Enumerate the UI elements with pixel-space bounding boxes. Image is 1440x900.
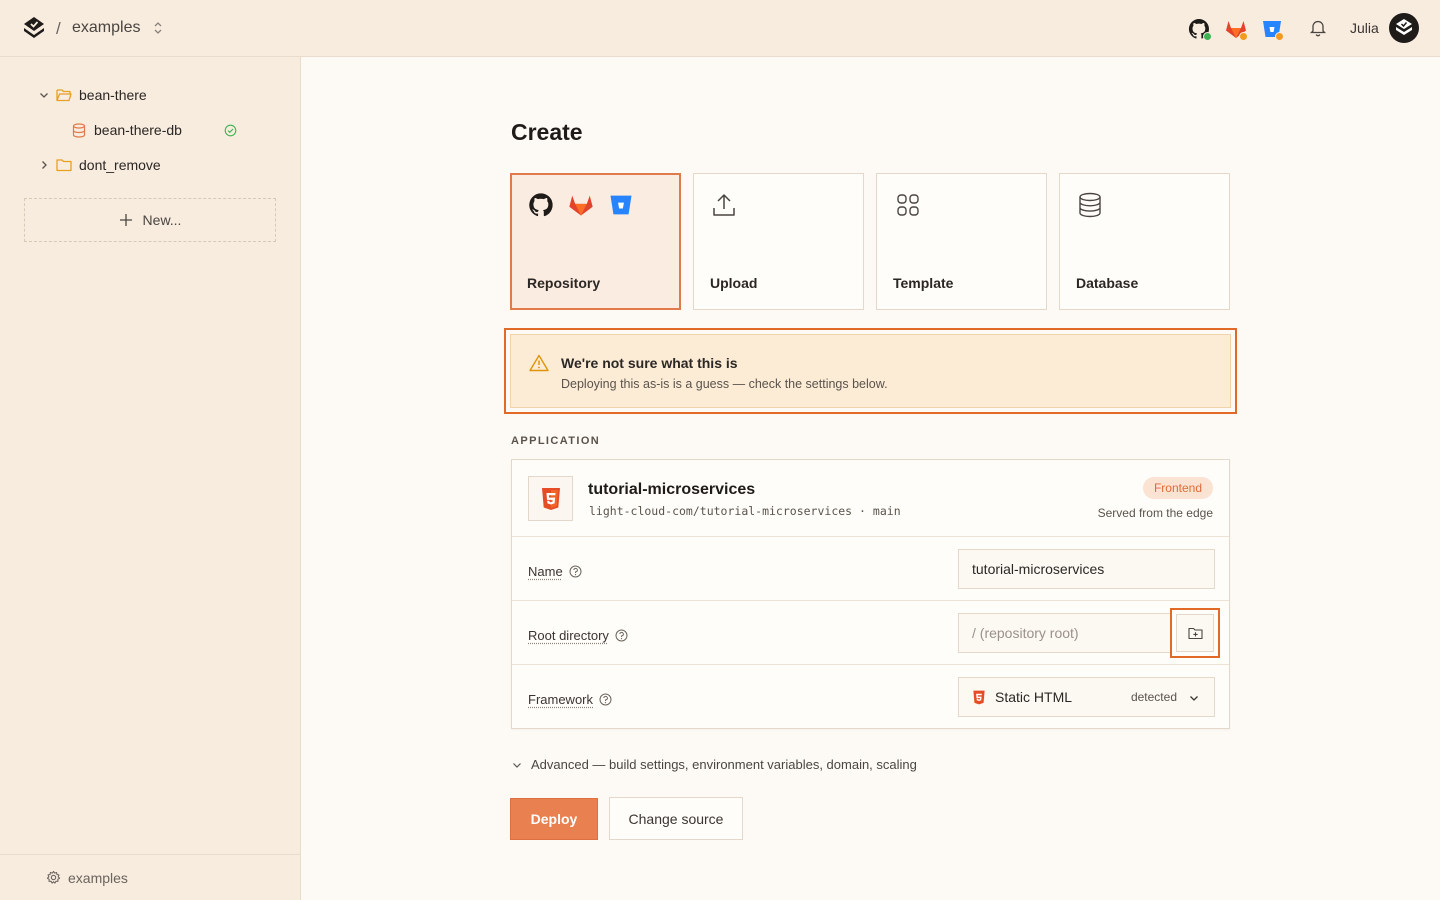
framework-value: Static HTML bbox=[995, 689, 1073, 705]
help-icon[interactable] bbox=[599, 693, 612, 706]
card-label: Database bbox=[1076, 275, 1139, 291]
help-icon[interactable] bbox=[569, 565, 582, 578]
top-bar: / examples Julia bbox=[0, 0, 1440, 57]
framework-label-text: Framework bbox=[528, 692, 594, 707]
chevron-down-icon bbox=[513, 762, 521, 768]
chevron-updown-icon[interactable] bbox=[152, 21, 164, 35]
name-label-text: Name bbox=[528, 564, 563, 579]
warning-banner: We're not sure what this is Deploying th… bbox=[510, 334, 1231, 408]
avatar-logo-icon bbox=[1396, 19, 1412, 35]
tree-item-bean-there[interactable]: bean-there bbox=[38, 84, 147, 106]
framework-detected-label: detected bbox=[1130, 690, 1177, 704]
chevron-right-icon[interactable] bbox=[38, 159, 50, 171]
card-label: Upload bbox=[710, 275, 758, 291]
html5-icon bbox=[973, 690, 985, 704]
html5-icon-box bbox=[528, 476, 573, 521]
framework-row: Framework Static HTML detected bbox=[512, 665, 1229, 729]
check-circle-icon bbox=[224, 124, 237, 136]
new-button-label: New... bbox=[142, 212, 182, 228]
change-source-button[interactable]: Change source bbox=[609, 797, 743, 840]
github-status-dot bbox=[1203, 32, 1212, 41]
user-name[interactable]: Julia bbox=[1350, 20, 1379, 36]
deploy-button[interactable]: Deploy bbox=[510, 798, 598, 840]
project-name[interactable]: examples bbox=[72, 19, 140, 37]
database-icon bbox=[72, 122, 86, 138]
tree-item-label: bean-there bbox=[79, 87, 147, 103]
card-repository[interactable]: Repository bbox=[510, 173, 681, 310]
browse-folder-button[interactable] bbox=[1176, 614, 1214, 652]
card-database[interactable]: Database bbox=[1059, 173, 1230, 310]
folder-plus-icon bbox=[1187, 627, 1203, 639]
name-label[interactable]: Name bbox=[528, 564, 582, 579]
html5-icon bbox=[541, 487, 560, 510]
app-repo: light-cloud-com/tutorial-microservices ·… bbox=[589, 504, 901, 518]
name-input[interactable]: tutorial-microservices bbox=[958, 549, 1215, 589]
gitlab-status-dot bbox=[1239, 32, 1248, 41]
bell-icon[interactable] bbox=[1308, 18, 1328, 38]
tree-item-label: dont_remove bbox=[79, 157, 161, 173]
browse-highlight bbox=[1170, 608, 1220, 658]
gear-icon bbox=[46, 870, 61, 884]
folder-icon bbox=[56, 159, 72, 172]
app-repo-separator: · bbox=[859, 504, 866, 518]
card-label: Template bbox=[893, 275, 954, 291]
tree-item-dont-remove[interactable]: dont_remove bbox=[38, 154, 161, 176]
framework-select[interactable]: Static HTML detected bbox=[958, 677, 1215, 717]
github-icon bbox=[529, 193, 553, 217]
name-row: Name tutorial-microservices bbox=[512, 537, 1229, 601]
breadcrumb-separator: / bbox=[56, 19, 61, 38]
avatar[interactable] bbox=[1389, 13, 1419, 43]
card-upload[interactable]: Upload bbox=[693, 173, 864, 310]
served-text: Served from the edge bbox=[1097, 506, 1213, 520]
tree-item-bean-there-db[interactable]: bean-there-db bbox=[72, 119, 237, 141]
folder-open-icon bbox=[56, 89, 72, 102]
card-label: Repository bbox=[527, 275, 601, 291]
warning-triangle-icon bbox=[529, 354, 549, 372]
upload-icon bbox=[713, 194, 735, 216]
warning-text: Deploying this as-is is a guess — check … bbox=[561, 377, 888, 391]
sidebar: bean-there bean-there-db dont_remove New… bbox=[0, 57, 301, 900]
page-title: Create bbox=[511, 119, 583, 145]
warning-title: We're not sure what this is bbox=[561, 355, 738, 371]
footer-project-label: examples bbox=[68, 869, 128, 886]
tree-item-label: bean-there-db bbox=[94, 122, 182, 138]
chevron-down-icon bbox=[1190, 696, 1198, 701]
plus-icon bbox=[119, 214, 132, 226]
framework-label[interactable]: Framework bbox=[528, 692, 612, 707]
gitlab-icon bbox=[569, 195, 593, 216]
section-label-application: APPLICATION bbox=[511, 435, 601, 447]
app-name: tutorial-microservices bbox=[588, 481, 756, 498]
advanced-label: Advanced — build settings, environment v… bbox=[531, 757, 917, 772]
application-panel: tutorial-microservices light-cloud-com/t… bbox=[511, 459, 1230, 729]
warning-highlight: We're not sure what this is Deploying th… bbox=[504, 328, 1237, 414]
frontend-badge: Frontend bbox=[1142, 477, 1213, 499]
root-directory-label[interactable]: Root directory bbox=[528, 628, 628, 643]
template-grid-icon bbox=[897, 194, 919, 216]
card-template[interactable]: Template bbox=[876, 173, 1047, 310]
sidebar-footer[interactable]: examples bbox=[0, 854, 300, 900]
chevron-down-icon[interactable] bbox=[38, 89, 50, 101]
root-directory-row: Root directory / (repository root) bbox=[512, 601, 1229, 665]
root-directory-label-text: Root directory bbox=[528, 628, 609, 643]
bitbucket-status-dot bbox=[1275, 32, 1284, 41]
root-directory-input[interactable]: / (repository root) bbox=[958, 613, 1172, 653]
help-icon[interactable] bbox=[615, 629, 628, 642]
database-icon bbox=[1079, 192, 1101, 218]
bitbucket-icon bbox=[610, 195, 632, 215]
advanced-toggle[interactable]: Advanced — build settings, environment v… bbox=[511, 757, 917, 772]
app-logo-icon[interactable] bbox=[22, 16, 46, 40]
new-button[interactable]: New... bbox=[24, 198, 276, 242]
application-header: tutorial-microservices light-cloud-com/t… bbox=[512, 460, 1229, 537]
app-repo-path: light-cloud-com/tutorial-microservices bbox=[589, 504, 853, 518]
app-branch: main bbox=[872, 504, 901, 518]
